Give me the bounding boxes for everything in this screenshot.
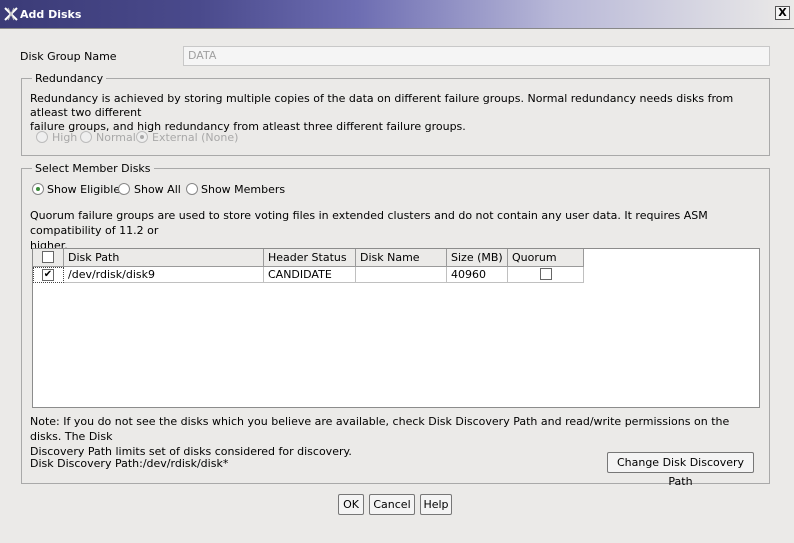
radio-normal-label: Normal bbox=[96, 131, 136, 144]
radio-show-all-label: Show All bbox=[134, 183, 181, 196]
col-disk-name[interactable]: Disk Name bbox=[356, 249, 447, 267]
close-button[interactable]: X bbox=[775, 6, 790, 20]
radio-external[interactable] bbox=[136, 131, 148, 143]
app-icon bbox=[4, 7, 18, 21]
help-button[interactable]: Help bbox=[420, 494, 452, 515]
radio-show-members-label: Show Members bbox=[201, 183, 286, 196]
table-cell-header-status: CANDIDATE bbox=[264, 267, 356, 283]
quorum-note: Quorum failure groups are used to store … bbox=[30, 209, 708, 252]
disk-group-name-label: Disk Group Name bbox=[20, 50, 117, 63]
change-discovery-path-button[interactable]: Change Disk Discovery Path bbox=[607, 452, 754, 488]
member-disks-legend: Select Member Disks bbox=[32, 162, 154, 175]
select-all-header bbox=[33, 249, 64, 267]
radio-show-members[interactable] bbox=[186, 183, 198, 195]
radio-show-eligible[interactable] bbox=[32, 183, 44, 195]
radio-normal[interactable] bbox=[80, 131, 92, 143]
quorum-checkbox[interactable] bbox=[540, 268, 552, 280]
radio-high[interactable] bbox=[36, 131, 48, 143]
redundancy-legend: Redundancy bbox=[32, 72, 107, 85]
disk-table: Disk Path Header Status Disk Name Size (… bbox=[32, 248, 760, 408]
col-disk-path[interactable]: Disk Path bbox=[64, 249, 264, 267]
table-cell-size: 40960 bbox=[447, 267, 508, 283]
table-cell-disk-name bbox=[356, 267, 447, 283]
ok-button[interactable]: OK bbox=[338, 494, 364, 515]
disk-group-name-field[interactable]: DATA bbox=[183, 46, 770, 66]
title-bar: Add Disks X bbox=[0, 0, 794, 29]
col-header-status[interactable]: Header Status bbox=[264, 249, 356, 267]
radio-show-all[interactable] bbox=[118, 183, 130, 195]
redundancy-description: Redundancy is achieved by storing multip… bbox=[30, 92, 734, 133]
radio-high-label: High bbox=[52, 131, 78, 144]
row-select-cell[interactable]: ✔ bbox=[33, 267, 64, 283]
window-title: Add Disks bbox=[20, 8, 82, 21]
row-select-checkbox[interactable]: ✔ bbox=[42, 269, 54, 281]
col-quorum[interactable]: Quorum bbox=[508, 249, 584, 267]
radio-external-label: External (None) bbox=[152, 131, 239, 144]
table-cell-disk-path: /dev/rdisk/disk9 bbox=[64, 267, 264, 283]
table-cell-quorum bbox=[508, 267, 584, 283]
radio-show-eligible-label: Show Eligible bbox=[47, 183, 121, 196]
select-all-checkbox[interactable] bbox=[42, 251, 54, 263]
discovery-path-text: Disk Discovery Path:/dev/rdisk/disk* bbox=[30, 457, 229, 470]
col-size[interactable]: Size (MB) bbox=[447, 249, 508, 267]
cancel-button[interactable]: Cancel bbox=[369, 494, 415, 515]
